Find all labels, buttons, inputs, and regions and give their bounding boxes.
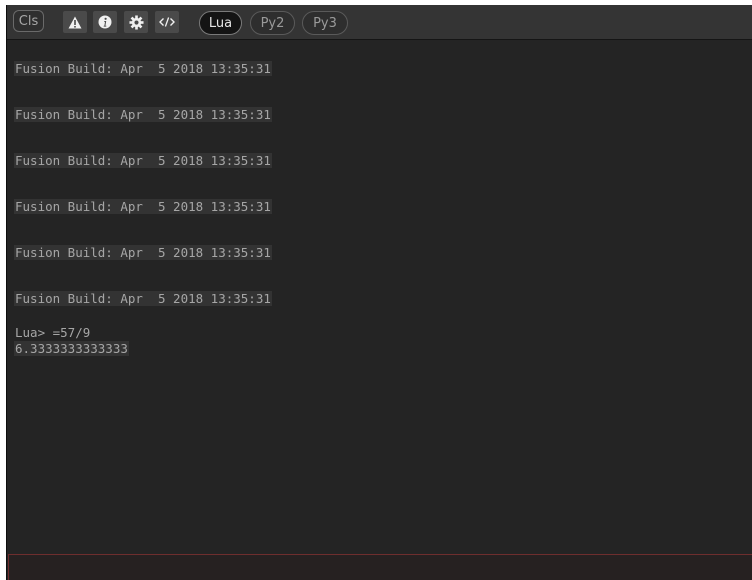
console-output[interactable]: Fusion Build: Apr 5 2018 13:35:31 Fusion… [7,41,752,553]
tab-py3[interactable]: Py3 [302,11,348,35]
result-line: 6.3333333333333 [14,341,129,356]
command-input[interactable] [8,554,752,580]
build-info-line: Fusion Build: Apr 5 2018 13:35:31 [14,245,272,260]
build-info-line: Fusion Build: Apr 5 2018 13:35:31 [14,291,272,306]
info-icon[interactable] [93,11,117,33]
console-toolbar: Cls Lua Py2 Py3 [7,5,752,40]
build-info-line: Fusion Build: Apr 5 2018 13:35:31 [14,199,272,214]
build-info-line: Fusion Build: Apr 5 2018 13:35:31 [14,61,272,76]
clear-button[interactable]: Cls [13,10,44,32]
warning-icon[interactable] [63,11,87,33]
tab-py2[interactable]: Py2 [250,11,295,35]
command-line: Lua> =57/9 [15,325,91,340]
code-icon[interactable] [155,11,179,33]
console-window: Cls Lua Py2 Py3 Fusion Build: Apr 5 2018… [6,5,752,580]
gear-icon[interactable] [124,11,148,33]
build-info-line: Fusion Build: Apr 5 2018 13:35:31 [14,107,272,122]
build-info-line: Fusion Build: Apr 5 2018 13:35:31 [14,153,272,168]
tab-lua[interactable]: Lua [199,11,242,35]
